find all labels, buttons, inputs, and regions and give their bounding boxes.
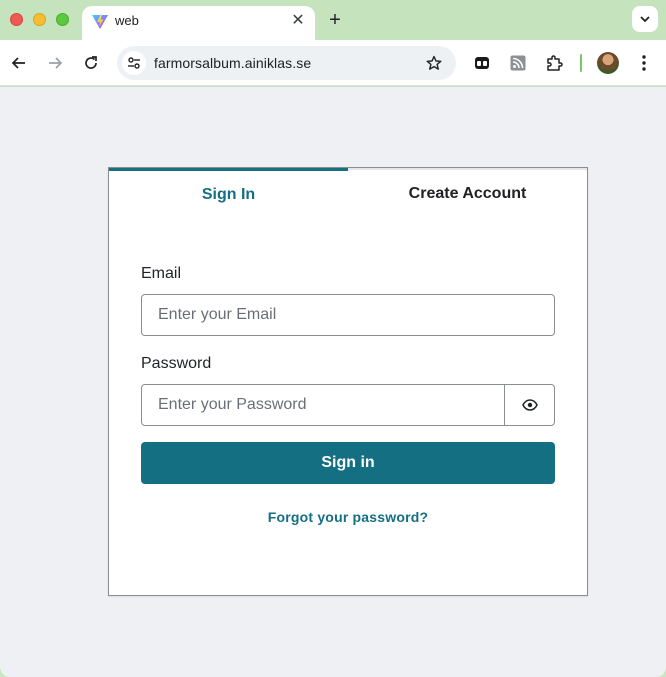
reload-icon [85, 56, 97, 69]
new-tab-icon[interactable]: + [324, 9, 346, 31]
forward-arrow-icon [49, 57, 63, 69]
reload-button[interactable] [79, 51, 103, 75]
tab-title: web [115, 13, 139, 28]
browser-toolbar: farmorsalbum.ainiklas.se [0, 40, 666, 86]
back-button[interactable] [7, 51, 31, 75]
profile-avatar[interactable] [597, 52, 619, 74]
show-password-button[interactable] [505, 384, 555, 426]
chevron-down-icon [640, 16, 650, 23]
maximize-window-button[interactable] [56, 13, 69, 26]
address-bar[interactable]: farmorsalbum.ainiklas.se [117, 46, 456, 80]
bookmark-button[interactable] [424, 53, 444, 73]
site-settings-icon [128, 57, 140, 69]
authenticator-card: Sign In Create Account Email Password Si… [108, 167, 588, 596]
browser-tab[interactable]: web ✕ [82, 6, 315, 40]
password-field[interactable] [141, 384, 505, 426]
rss-extension[interactable] [507, 52, 529, 74]
auth-tabs: Sign In Create Account [109, 168, 587, 224]
minimize-window-button[interactable] [33, 13, 46, 26]
tab-search-button[interactable] [632, 6, 658, 32]
sign-in-button[interactable]: Sign in [141, 442, 555, 484]
email-label: Email [141, 265, 182, 282]
rss-icon [510, 55, 526, 71]
eye-icon [521, 399, 538, 411]
tab-manager-extension[interactable] [471, 52, 493, 74]
vite-logo-icon [92, 14, 108, 29]
password-label: Password [141, 355, 212, 372]
tab-create-account-label: Create Account [408, 185, 527, 202]
extensions-button[interactable] [543, 52, 565, 74]
toolbar-divider [580, 54, 582, 72]
tab-sign-in[interactable]: Sign In [109, 168, 348, 224]
browser-tab-bar: web ✕ + [0, 0, 666, 40]
url-text[interactable]: farmorsalbum.ainiklas.se [154, 55, 311, 71]
forward-button[interactable] [43, 51, 67, 75]
browser-menu-button[interactable] [632, 51, 656, 75]
close-tab-icon[interactable]: ✕ [289, 12, 307, 30]
forgot-password-link[interactable]: Forgot your password? [141, 509, 555, 525]
back-arrow-icon [11, 57, 25, 69]
tab-manager-icon [475, 57, 489, 69]
star-icon [426, 55, 442, 70]
kebab-menu-icon [642, 55, 646, 71]
site-settings-button[interactable] [122, 51, 146, 75]
tab-sign-in-label: Sign In [201, 186, 256, 203]
tab-create-account[interactable]: Create Account [348, 168, 587, 224]
close-window-button[interactable] [10, 13, 23, 26]
puzzle-icon [547, 55, 563, 71]
email-field[interactable] [141, 294, 555, 336]
page-viewport: Sign In Create Account Email Password Si… [0, 87, 666, 677]
